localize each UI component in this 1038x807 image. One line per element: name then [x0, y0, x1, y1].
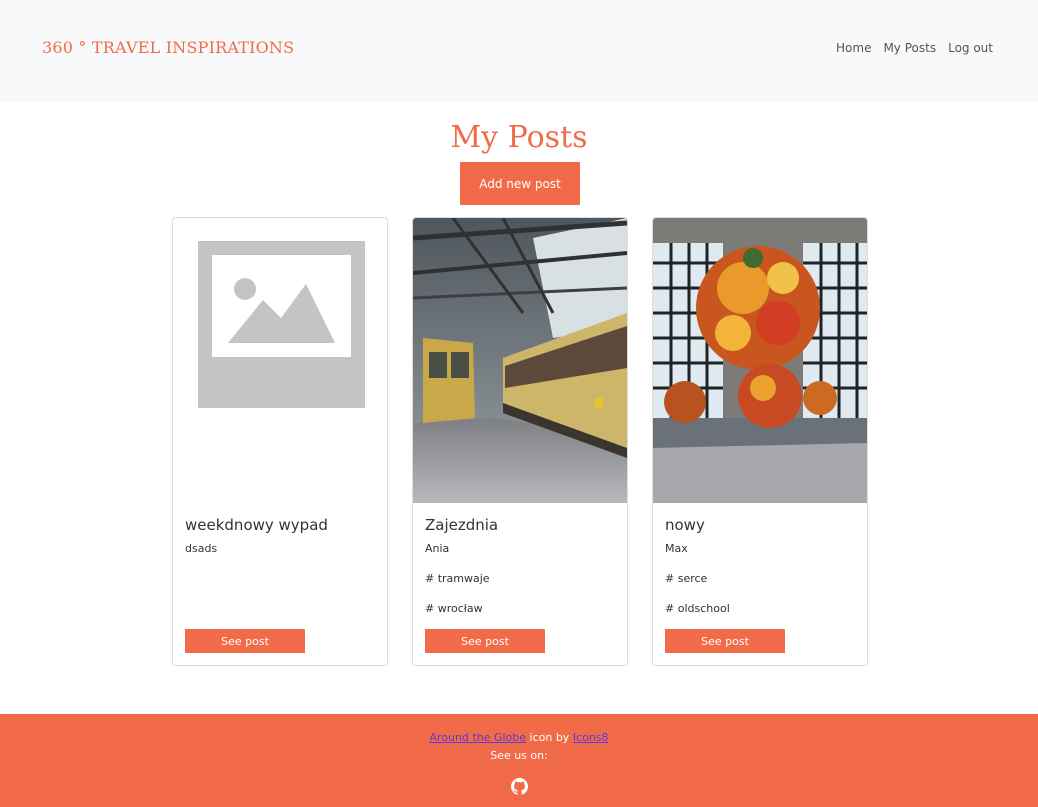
icons8-link[interactable]: Icons8	[573, 731, 609, 744]
github-icon[interactable]	[511, 778, 528, 795]
see-post-button[interactable]: See post	[185, 629, 305, 653]
tram-depot-photo	[413, 218, 627, 503]
nav-home[interactable]: Home	[836, 41, 871, 55]
flower-installation-photo	[653, 218, 867, 503]
nav-my-posts[interactable]: My Posts	[883, 41, 936, 55]
post-title: weekdnowy wypad	[185, 516, 328, 534]
see-post-button[interactable]: See post	[665, 629, 785, 653]
nav-links: Home My Posts Log out	[836, 41, 993, 55]
post-tag[interactable]: # oldschool	[665, 602, 730, 615]
add-new-post-button[interactable]: Add new post	[460, 162, 580, 205]
nav-log-out[interactable]: Log out	[948, 41, 993, 55]
post-author: Ania	[425, 542, 450, 555]
post-author: Max	[665, 542, 688, 555]
page-title: My Posts	[450, 120, 588, 155]
post-tag[interactable]: # tramwaje	[425, 572, 490, 585]
footer-credit-text: icon by	[526, 731, 573, 744]
navbar: 360 ° TRAVEL INSPIRATIONS Home My Posts …	[0, 0, 1038, 102]
post-title: Zajezdnia	[425, 516, 499, 534]
around-the-globe-link[interactable]: Around the Globe	[429, 731, 526, 744]
brand-link[interactable]: 360 ° TRAVEL INSPIRATIONS	[42, 38, 294, 57]
footer-credits: Around the Globe icon by Icons8	[0, 731, 1038, 744]
post-card: Zajezdnia Ania # tramwaje # wrocław See …	[412, 217, 628, 666]
post-card: nowy Max # serce # oldschool See post	[652, 217, 868, 666]
footer: Around the Globe icon by Icons8 See us o…	[0, 714, 1038, 807]
post-tag[interactable]: # wrocław	[425, 602, 483, 615]
post-author: dsads	[185, 542, 218, 555]
placeholder-image-icon	[173, 218, 387, 503]
footer-see-us: See us on:	[490, 749, 548, 762]
post-card: weekdnowy wypad dsads See post	[172, 217, 388, 666]
post-title: nowy	[665, 516, 705, 534]
see-post-button[interactable]: See post	[425, 629, 545, 653]
post-tag[interactable]: # serce	[665, 572, 707, 585]
